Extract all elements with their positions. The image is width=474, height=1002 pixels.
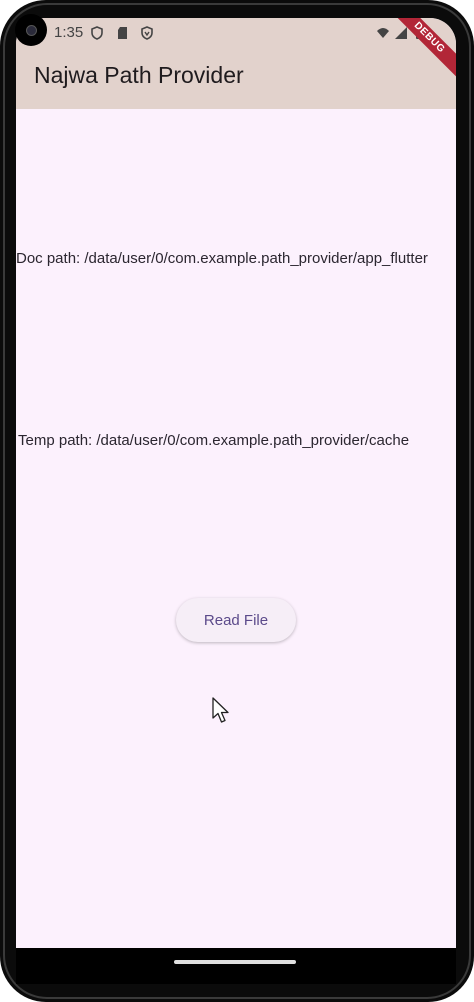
doc-path-text: Doc path: /data/user/0/com.example.path_… [16, 250, 428, 267]
sd-card-icon [118, 27, 127, 39]
temp-path-text: Temp path: /data/user/0/com.example.path… [18, 432, 410, 449]
read-file-button[interactable]: Read File [176, 598, 296, 642]
shield-icon [91, 26, 103, 40]
status-bar: 1:35 [16, 18, 456, 52]
vpn-icon [141, 26, 153, 40]
camera-lens [26, 25, 37, 36]
wifi-icon [377, 28, 389, 38]
app-title: Najwa Path Provider [34, 62, 244, 88]
navigation-bar [16, 948, 456, 984]
mouse-cursor-icon [212, 697, 229, 723]
app-bar: 1:35 Najwa Path Provider DEBUG [16, 18, 456, 109]
signal-icon [395, 27, 407, 39]
home-indicator[interactable] [174, 960, 296, 964]
app-screen: 1:35 Najwa Path Provider DEBUG Doc path:… [16, 18, 456, 984]
front-camera [15, 14, 47, 46]
status-time: 1:35 [54, 24, 84, 41]
